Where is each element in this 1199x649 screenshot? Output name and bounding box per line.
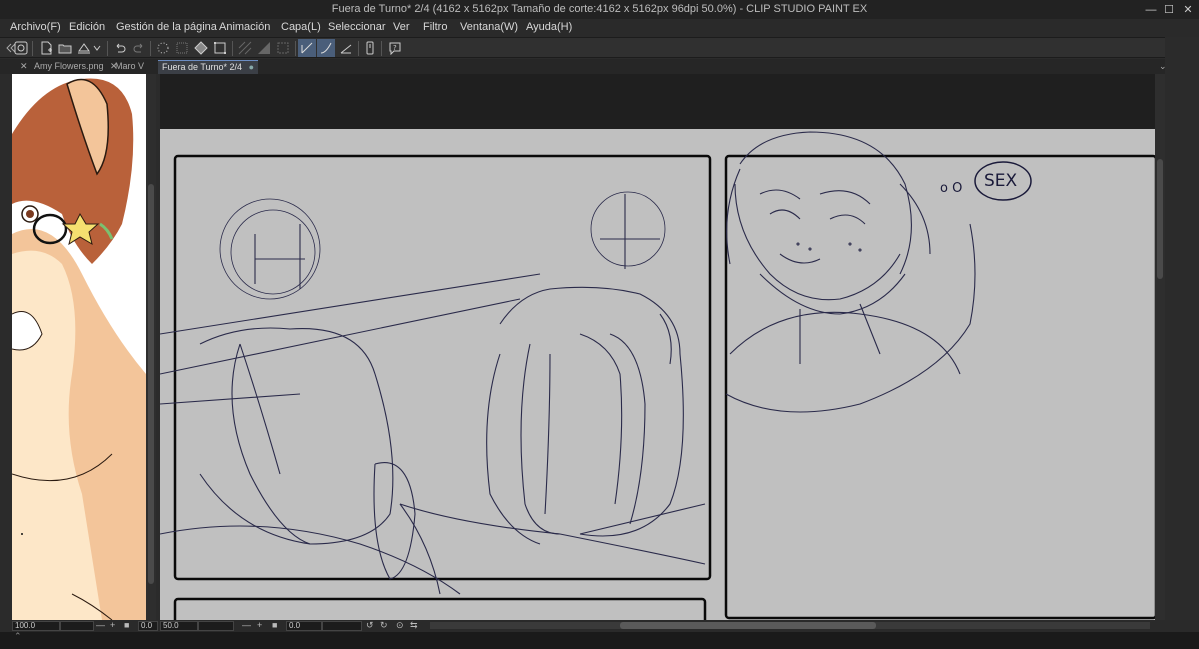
svg-text:?: ? [393,44,397,52]
ruler-icon[interactable] [337,39,355,57]
scroll-thumb[interactable] [148,184,154,584]
tab-maro[interactable]: Maro V [111,60,148,74]
command-bar: ? [0,37,1199,58]
tab-amy-flowers[interactable]: Amy Flowers.png ✕ [30,60,122,74]
comic-page-sketch: SEX o O [160,74,1155,620]
status-bar: 100.0 — + ■ 0.0 50.0 — + ■ 0.0 ↺ ↻ ⊙ ⇆ [0,620,1199,632]
tab-label: Amy Flowers.png [34,61,104,71]
menu-bar: Archivo(F) Edición Gestión de la página … [0,19,1199,37]
undo-icon[interactable] [111,39,129,57]
fit-button[interactable]: ■ [124,620,129,630]
expand-up-icon[interactable]: ⌃ [14,631,22,642]
chevron-down-icon[interactable] [92,39,102,57]
save-icon[interactable] [75,39,93,57]
select-dotted-icon[interactable] [173,39,191,57]
reference-scrollbar[interactable] [146,74,156,620]
open-folder-icon[interactable] [56,39,74,57]
canvas-horizontal-scrollbar[interactable] [430,622,1150,629]
reference-illustration [12,74,146,620]
menu-edicion[interactable]: Edición [69,21,105,33]
speech-text: SEX [984,171,1018,191]
canvas-zoom-out-button[interactable]: — [242,620,251,630]
new-file-icon[interactable] [37,39,55,57]
tab-fuera-de-turno[interactable]: Fuera de Turno* 2/4 ● [158,60,259,74]
canvas-zoom-in-button[interactable]: + [257,620,262,630]
tab-label: Maro V [115,61,145,71]
frame-icon[interactable] [274,39,292,57]
menu-ayuda[interactable]: Ayuda(H) [526,21,572,33]
gradient-icon[interactable] [255,39,273,57]
thought-dots: o O [940,181,962,196]
redo-icon[interactable] [130,39,148,57]
scroll-thumb[interactable] [1157,159,1163,279]
canvas-angle-field[interactable]: 0.0 [286,621,322,631]
main-canvas[interactable]: SEX o O [160,74,1155,620]
menu-gestion-pagina[interactable]: Gestión de la página [116,21,217,33]
pen-icon[interactable] [298,39,316,57]
canvas-zoom-slider[interactable] [198,621,234,631]
menu-capa[interactable]: Capa(L) [281,21,321,33]
title-bar: Fuera de Turno* 2/4 (4162 x 5162px Tamañ… [0,0,1199,19]
zoom-in-button[interactable]: + [110,620,115,630]
fill-icon[interactable] [192,39,210,57]
zoom-slider[interactable] [60,621,94,631]
tab-modified-icon[interactable]: ● [249,62,254,72]
rotate-left-icon[interactable]: ↺ [366,620,374,631]
window-title: Fuera de Turno* 2/4 (4162 x 5162px Tamañ… [331,3,868,15]
transform-icon[interactable] [211,39,229,57]
menu-filtro[interactable]: Filtro [423,21,447,33]
paper [160,129,1155,620]
close-button[interactable]: ✕ [1179,0,1197,19]
reference-zoom-field[interactable]: 100.0 [12,621,60,631]
communication-icon[interactable] [12,39,30,57]
reference-angle-field[interactable]: 0.0 [138,621,158,631]
zoom-out-button[interactable]: — [96,620,105,630]
flip-icon[interactable]: ⇆ [410,620,418,631]
menu-seleccionar[interactable]: Seleccionar [328,21,385,33]
phone-icon[interactable] [361,39,379,57]
menu-archivo[interactable]: Archivo(F) [10,21,61,33]
right-dock [1165,37,1199,649]
minimize-button[interactable]: — [1142,0,1160,19]
canvas-fit-button[interactable]: ■ [272,620,277,630]
pen-alt-icon[interactable] [317,39,335,57]
menu-ventana[interactable]: Ventana(W) [460,21,518,33]
document-tab-bar: ✕ Amy Flowers.png ✕ Maro V Fuera de Turn… [0,59,1199,74]
scroll-thumb[interactable] [620,622,876,629]
rotate-right-icon[interactable]: ↻ [380,620,388,631]
help-icon[interactable]: ? [386,39,404,57]
menu-animacion[interactable]: Animación [219,21,270,33]
menu-ver[interactable]: Ver [393,21,410,33]
loading-icon[interactable] [154,39,172,57]
tab-label: Fuera de Turno* 2/4 [162,62,243,72]
hatch-icon[interactable] [236,39,254,57]
reference-view[interactable] [12,74,146,620]
canvas-vertical-scrollbar[interactable] [1155,74,1165,620]
canvas-angle-slider[interactable] [322,621,362,631]
maximize-button[interactable]: ☐ [1160,0,1178,19]
taskbar-strip: ⌃ [0,631,1199,649]
reset-rotation-icon[interactable]: ⊙ [396,620,404,631]
canvas-zoom-field[interactable]: 50.0 [160,621,198,631]
